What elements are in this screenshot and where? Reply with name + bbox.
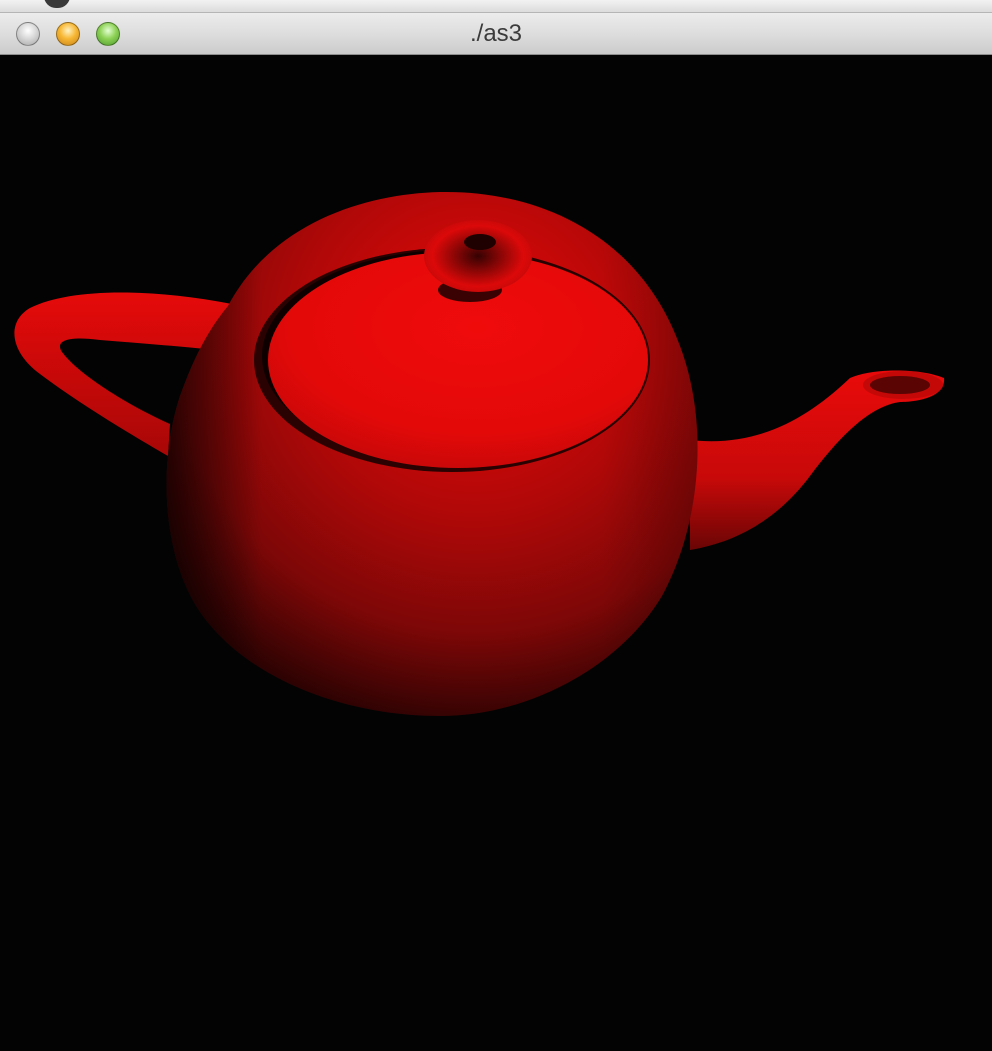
render-viewport[interactable] [0, 56, 992, 1051]
teapot-knob [424, 220, 532, 292]
window-title: ./as3 [469, 20, 523, 47]
menu-bar [0, 0, 992, 13]
teapot-render [14, 191, 945, 717]
apple-menu-icon[interactable] [44, 0, 70, 8]
window-titlebar[interactable]: ./as3 [0, 13, 992, 55]
